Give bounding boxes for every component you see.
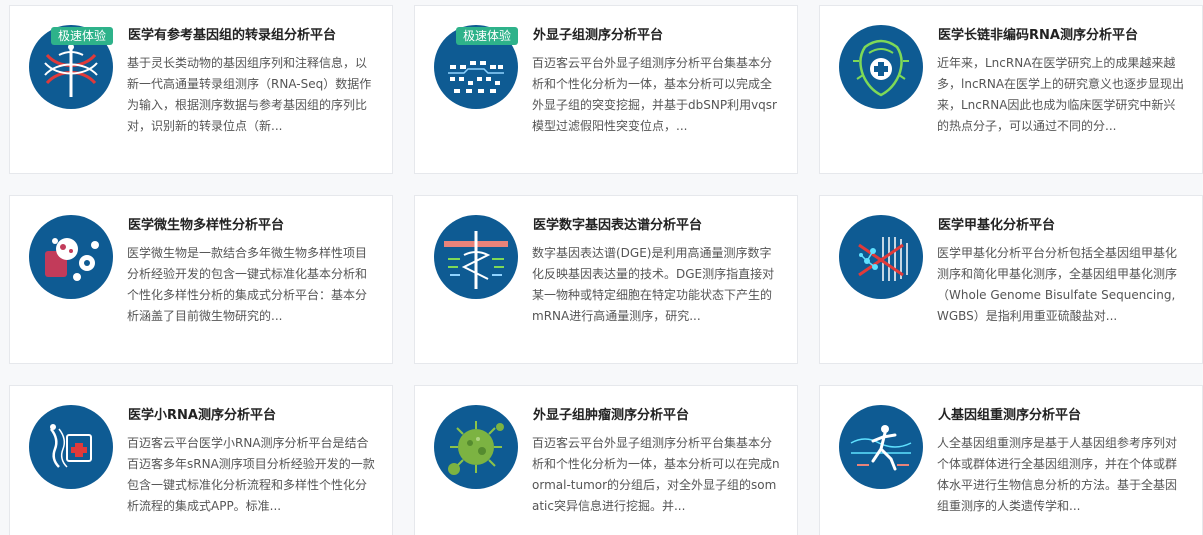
card-description: 近年来，LncRNA在医学研究上的成果越来越多，lncRNA在医学上的研究意义也…	[937, 56, 1185, 133]
card-description: 数字基因表达谱(DGE)是利用高通量测序数字化反映基因表达量的技术。DGE测序指…	[532, 246, 775, 323]
card-description: 医学甲基化分析平台分析包括全基因组甲基化测序和简化甲基化测序，全基因组甲基化测序…	[937, 246, 1178, 323]
card-description: 人全基因组重测序是基于人基因组参考序列对个体或群体进行全基因组测序，并在个体或群…	[937, 436, 1178, 513]
app-card[interactable]: 医学长链非编码RNA测序分析平台 近年来，LncRNA在医学研究上的成果越来越多…	[819, 5, 1203, 174]
card-title[interactable]: 外显子组测序分析平台	[533, 26, 663, 46]
app-card[interactable]: 极速体验 医学有参考基因组的转录组分析平台 基于灵长类动物的基因组序列和注释信息…	[9, 5, 393, 174]
microbe-icon	[29, 215, 113, 299]
app-card[interactable]: 人基因组重测序分析平台 人全基因组重测序是基于人基因组参考序列对个体或群体进行全…	[819, 385, 1203, 535]
card-title[interactable]: 医学微生物多样性分析平台	[128, 216, 284, 236]
app-card[interactable]: 外显子组肿瘤测序分析平台 百迈客云平台外显子组测序分析平台集基本分析和个性化分析…	[414, 385, 798, 535]
card-title[interactable]: 医学数字基因表达谱分析平台	[533, 216, 702, 236]
card-description: 百迈客云平台医学小RNA测序分析平台是结合百迈客多年sRNA测序项目分析经验开发…	[127, 436, 375, 513]
tumor-virus-icon	[434, 405, 518, 489]
card-title[interactable]: 医学小RNA测序分析平台	[128, 406, 276, 426]
app-card[interactable]: 医学微生物多样性分析平台 医学微生物是一款结合多年微生物多样性项目分析经验开发的…	[9, 195, 393, 364]
card-title[interactable]: 外显子组肿瘤测序分析平台	[533, 406, 689, 426]
app-card[interactable]: 极速体验 外显子组测序分析平台 百迈客云平台外显子组测序分析平台集基本分析和个性…	[414, 5, 798, 174]
card-description: 基于灵长类动物的基因组序列和注释信息，以新一代高通量转录组测序（RNA-Seq）…	[127, 56, 372, 133]
card-title[interactable]: 医学长链非编码RNA测序分析平台	[938, 26, 1138, 46]
gene-expression-icon	[434, 215, 518, 299]
app-card[interactable]: 医学甲基化分析平台 医学甲基化分析平台分析包括全基因组甲基化测序和简化甲基化测序…	[819, 195, 1203, 364]
quick-try-badge[interactable]: 极速体验	[456, 27, 519, 45]
card-description: 医学微生物是一款结合多年微生物多样性项目分析经验开发的包含一键式标准化基本分析和…	[127, 246, 368, 323]
card-title[interactable]: 医学甲基化分析平台	[938, 216, 1055, 236]
human-resequencing-icon	[839, 405, 923, 489]
methylation-icon	[839, 215, 923, 299]
card-title[interactable]: 人基因组重测序分析平台	[938, 406, 1081, 426]
app-grid: 极速体验 医学有参考基因组的转录组分析平台 基于灵长类动物的基因组序列和注释信息…	[0, 0, 1203, 535]
card-title[interactable]: 医学有参考基因组的转录组分析平台	[128, 26, 336, 46]
quick-try-badge[interactable]: 极速体验	[51, 27, 114, 45]
app-card[interactable]: 医学数字基因表达谱分析平台 数字基因表达谱(DGE)是利用高通量测序数字化反映基…	[414, 195, 798, 364]
card-description: 百迈客云平台外显子组测序分析平台集基本分析和个性化分析为一体，基本分析可以完成全…	[532, 56, 777, 133]
card-description: 百迈客云平台外显子组测序分析平台集基本分析和个性化分析为一体，基本分析可以在完成…	[532, 436, 780, 513]
small-rna-icon	[29, 405, 113, 489]
lncrna-medical-icon	[839, 25, 923, 109]
app-card[interactable]: 医学小RNA测序分析平台 百迈客云平台医学小RNA测序分析平台是结合百迈客多年s…	[9, 385, 393, 535]
